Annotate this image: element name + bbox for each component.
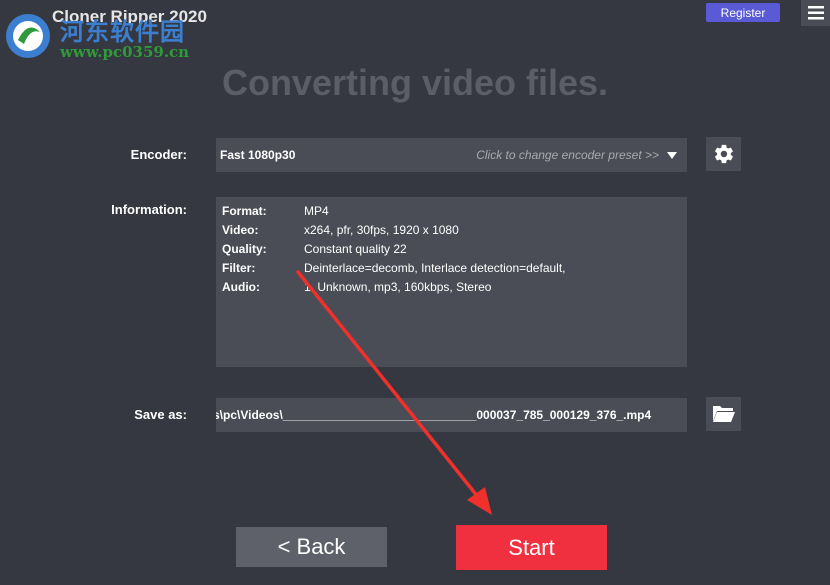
- encoder-label: Encoder:: [130, 147, 187, 162]
- information-panel: Format: MP4 Video: x264, pfr, 30fps, 1920 …: [216, 197, 687, 367]
- save-path-value: s\pc\Videos\____________________________…: [216, 408, 652, 422]
- back-button[interactable]: < Back: [236, 527, 387, 567]
- info-row-video: Video: x264, pfr, 30fps, 1920 x 1080: [222, 223, 459, 237]
- menu-button[interactable]: [801, 0, 830, 26]
- encoder-hint: Click to change encoder preset >>: [476, 148, 659, 162]
- information-label: Information:: [111, 202, 187, 217]
- info-row-filter: Filter: Deinterlace=decomb, Interlace det…: [222, 261, 566, 275]
- register-button[interactable]: Register: [706, 3, 780, 22]
- gear-icon: [714, 144, 733, 164]
- encoder-preset-select[interactable]: Fast 1080p30 Click to change encoder pre…: [216, 138, 687, 172]
- watermark-url: www.pc0359.cn: [60, 43, 190, 61]
- info-row-quality: Quality: Constant quality 22: [222, 242, 407, 256]
- watermark-text: 河东软件园: [60, 17, 185, 46]
- folder-open-icon: [712, 406, 735, 422]
- page-title: Converting video files.: [221, 62, 609, 103]
- start-button[interactable]: Start: [456, 525, 607, 570]
- info-row-audio: Audio: 1. Unknown, mp3, 160kbps, Stereo: [222, 280, 492, 294]
- browse-folder-button[interactable]: [706, 397, 741, 431]
- save-path-field[interactable]: s\pc\Videos\____________________________…: [216, 398, 687, 432]
- hamburger-menu-icon: [807, 6, 824, 20]
- encoder-value: Fast 1080p30: [220, 148, 296, 162]
- save-as-label: Save as:: [134, 407, 187, 422]
- chevron-down-icon: [667, 151, 677, 159]
- encoder-settings-button[interactable]: [706, 137, 741, 171]
- info-row-format: Format: MP4: [222, 204, 329, 218]
- watermark-logo-icon: [6, 14, 50, 58]
